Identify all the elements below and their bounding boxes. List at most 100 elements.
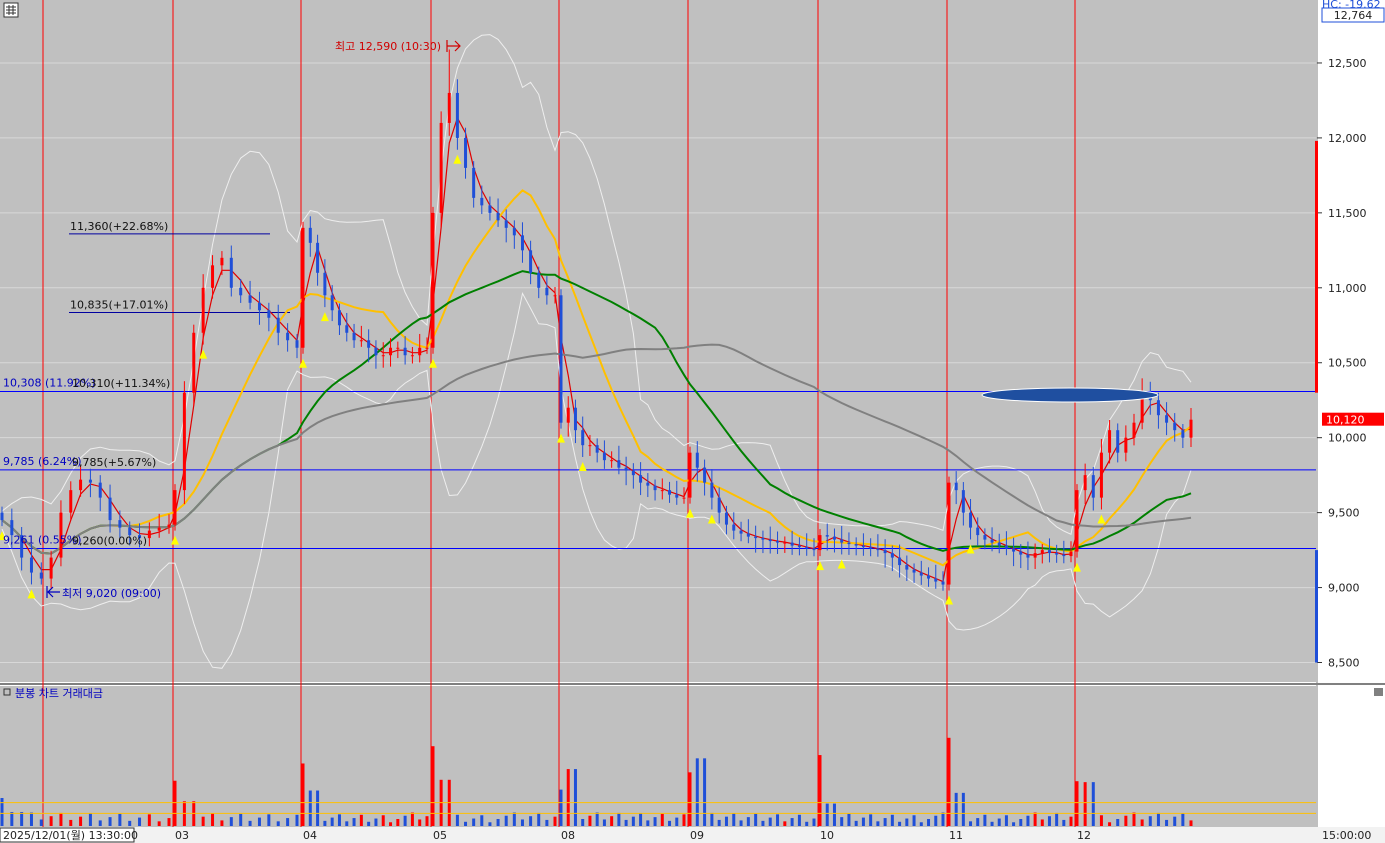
volume-bar [927, 819, 931, 826]
volume-bar [682, 814, 686, 826]
volume-bar [1047, 816, 1051, 826]
candle-body [840, 539, 844, 543]
candle-body [488, 205, 492, 213]
volume-bar [812, 818, 816, 826]
range-bar-down [1315, 550, 1318, 663]
day-label: 10 [820, 829, 834, 842]
candle-body [504, 220, 508, 228]
candle-body [724, 512, 728, 525]
volume-bar [1189, 820, 1193, 826]
day-label: 08 [561, 829, 575, 842]
candle-body [854, 544, 858, 546]
candle-body [573, 407, 577, 431]
candle-body [439, 122, 443, 213]
candle-body [847, 542, 851, 545]
volume-bar [639, 813, 643, 826]
volume-bar [732, 813, 736, 826]
candle-body [108, 497, 112, 521]
volume-bar [983, 814, 987, 826]
candle-body [182, 392, 186, 491]
volume-bar [653, 817, 657, 826]
level-label: 9,785 (6.24%) [3, 455, 82, 468]
volume-bar [323, 820, 327, 826]
volume-bar [257, 817, 261, 826]
volume-bar [1132, 812, 1136, 826]
volume-bar [201, 816, 205, 826]
volume-bar [1108, 822, 1112, 826]
candle-body [797, 545, 801, 548]
volume-bar [167, 818, 171, 826]
mark-label: 10,835(+17.01%) [70, 299, 168, 312]
volume-bar [912, 815, 916, 826]
candle-body [1099, 452, 1103, 498]
volume-bar [108, 817, 112, 826]
volume-bar [869, 814, 873, 826]
volume-bar [969, 821, 973, 826]
candle-body [201, 287, 205, 333]
candle-body [98, 482, 102, 498]
volume-bar [768, 817, 772, 826]
volume-bar [1026, 815, 1030, 826]
candle-body [1004, 545, 1008, 549]
volume-bar [566, 769, 570, 826]
candle-body [220, 257, 224, 266]
volume-bar [1069, 816, 1073, 826]
candle-body [29, 557, 33, 573]
candle-body [934, 578, 938, 582]
volume-bar [29, 812, 33, 826]
volume-bar [79, 816, 83, 826]
candle-body [739, 530, 743, 534]
candle-body [118, 520, 122, 528]
volume-bar [276, 821, 280, 826]
volume-bar [976, 818, 980, 826]
volume-bar [668, 820, 672, 826]
candlestick-chart[interactable]: 12,500 12,000 11,500 11,000 10,500 10,000 9,50… [0, 0, 1385, 843]
volume-bar [890, 814, 894, 826]
volume-panel[interactable] [0, 686, 1316, 827]
volume-bar [488, 822, 492, 826]
volume-bar [98, 820, 102, 826]
candle-body [173, 490, 177, 525]
highlight-ellipse[interactable] [981, 387, 1159, 403]
candle-body [1091, 475, 1095, 498]
volume-bar [1181, 813, 1185, 826]
candle-body [595, 445, 599, 453]
current-price-label: 10,120 [1326, 414, 1365, 427]
volume-bar [710, 812, 714, 826]
candle-body [1124, 437, 1128, 453]
volume-bar [267, 814, 271, 826]
candle-body [229, 257, 233, 288]
volume-bar [1148, 816, 1152, 826]
candle-body [1156, 400, 1160, 416]
candle-body [559, 295, 563, 423]
volume-bar [717, 819, 721, 826]
candle-body [941, 581, 945, 585]
volume-bar [10, 812, 14, 826]
volume-bar [286, 818, 290, 826]
candle-body [566, 407, 570, 423]
candle-body [927, 575, 931, 579]
panel-close-icon[interactable] [1374, 688, 1383, 696]
candle-body [631, 470, 635, 476]
candle-body [869, 547, 873, 549]
volume-bar [595, 812, 599, 826]
volume-bar [776, 814, 780, 826]
candle-body [754, 536, 758, 539]
candle-body [990, 539, 994, 543]
volume-bar [157, 821, 161, 826]
volume-bar [997, 818, 1001, 826]
candle-body [1189, 419, 1193, 438]
candle-body [403, 347, 407, 356]
candle-body [746, 533, 750, 537]
candle-body [464, 137, 468, 168]
price-panel[interactable] [0, 0, 1316, 682]
volume-bar [374, 818, 378, 826]
volume-bar [754, 813, 758, 826]
candle-body [703, 467, 707, 483]
volume-bar [790, 818, 794, 826]
volume-title: 분봉 차트 거래대금 [15, 687, 103, 700]
candle-body [675, 494, 679, 498]
price-tick-label: 10,500 [1328, 357, 1367, 370]
volume-bar [1040, 819, 1044, 826]
high-label: 최고 12,590 (10:30) [335, 40, 441, 53]
